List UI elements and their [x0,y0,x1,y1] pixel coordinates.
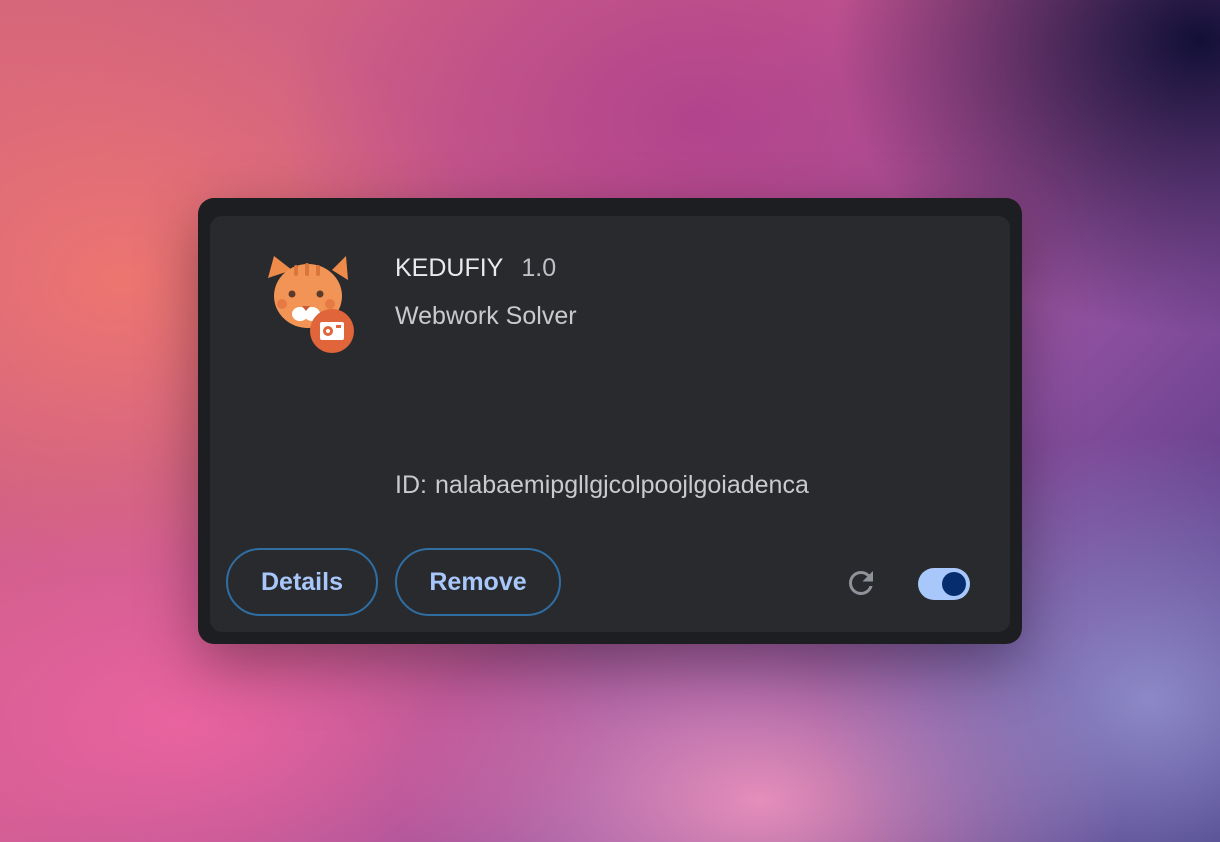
extension-window: KEDUFIY 1.0 Webwork Solver ID: nalabaemi… [198,198,1022,644]
extension-title-row: KEDUFIY 1.0 [395,254,556,283]
extension-version: 1.0 [521,254,557,282]
extension-description: Webwork Solver [395,302,577,330]
toggle-knob [942,572,966,596]
extension-card: KEDUFIY 1.0 Webwork Solver ID: nalabaemi… [210,216,1010,632]
remove-button[interactable]: Remove [395,548,561,616]
extension-id-label: ID: [395,471,427,499]
extension-id: ID: nalabaemipgllgjcolpoojlgoiadenca [395,471,809,500]
reload-icon[interactable] [843,565,879,601]
extension-cat-icon [268,256,354,353]
extension-id-value: nalabaemipgllgjcolpoojlgoiadenca [434,471,809,499]
enable-toggle[interactable] [918,568,970,600]
details-button[interactable]: Details [226,548,378,616]
extension-name: KEDUFIY [395,254,504,282]
